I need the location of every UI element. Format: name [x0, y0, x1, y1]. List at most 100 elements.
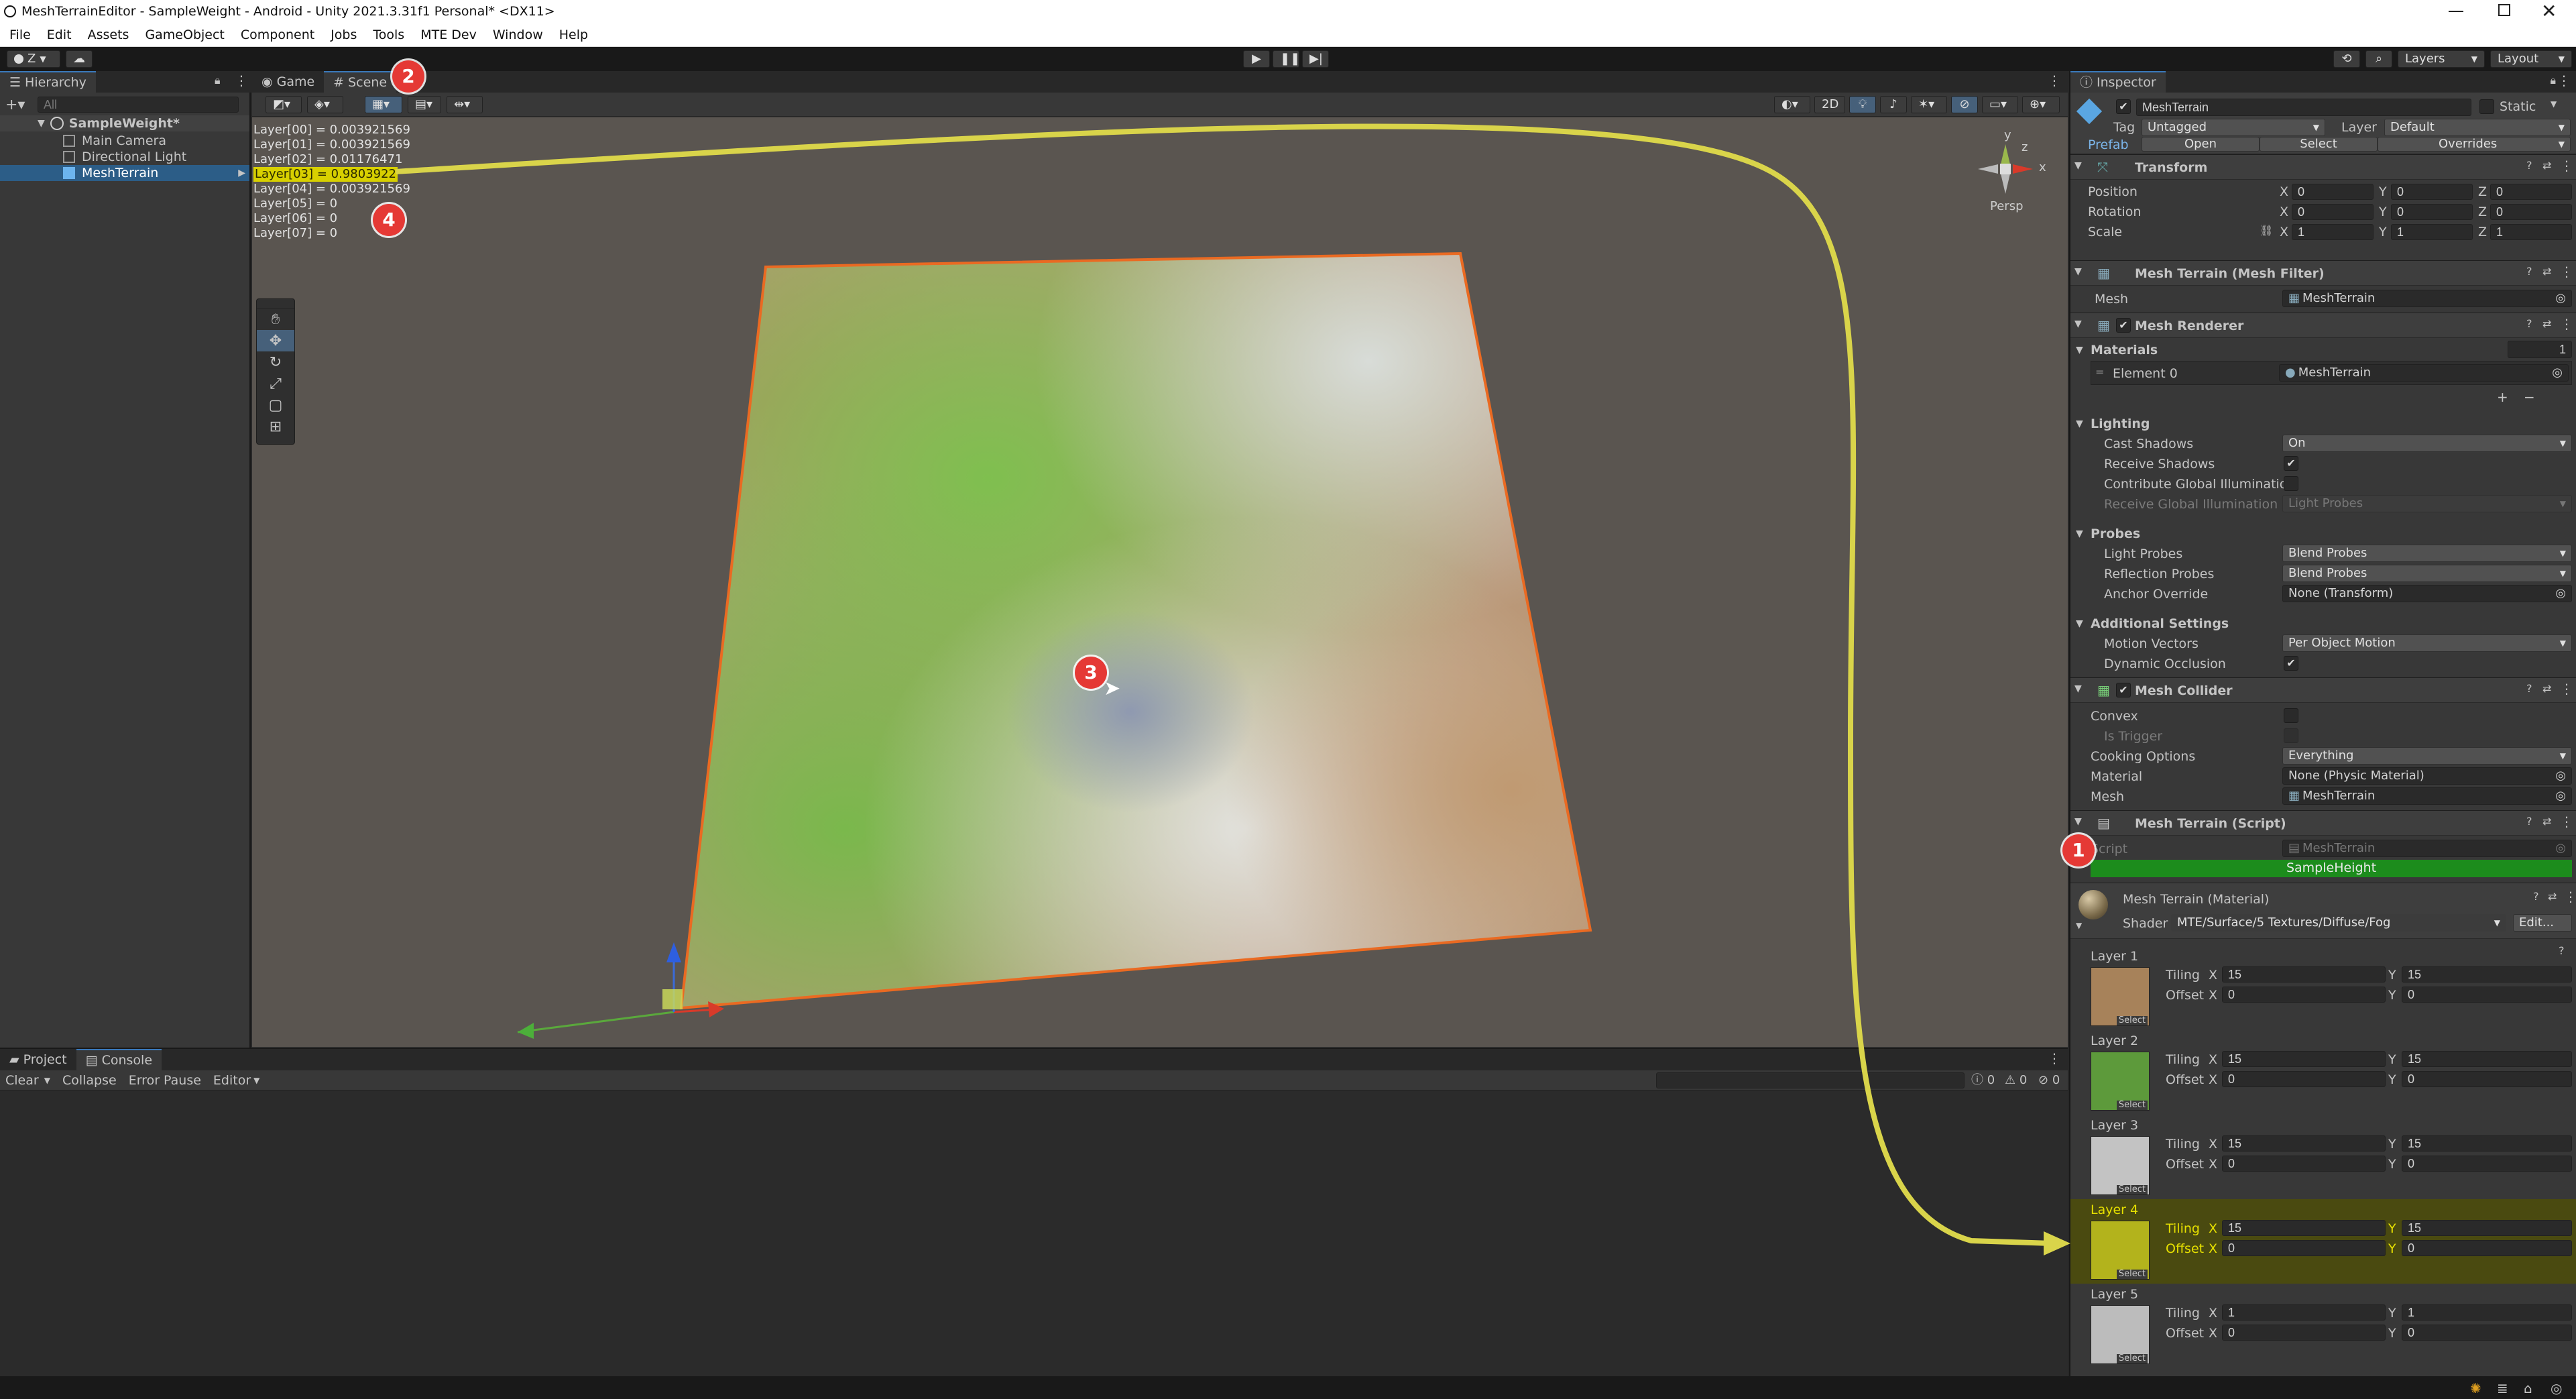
prefab-open-button[interactable]: Open — [2142, 137, 2260, 152]
tiling-y-field[interactable] — [2402, 1304, 2572, 1321]
tab-inspector[interactable]: ⓘ Inspector — [2070, 71, 2166, 93]
audio-toggle[interactable]: ♪ — [1880, 96, 1907, 113]
help-icon[interactable]: ? — [2526, 317, 2532, 330]
expand-arrow-icon[interactable]: ▼ — [2074, 160, 2082, 171]
menu-jobs[interactable]: Jobs — [331, 27, 357, 43]
clear-button[interactable]: Clear — [5, 1072, 39, 1088]
effects-dropdown[interactable]: ✶▾ — [1911, 96, 1947, 113]
preset-icon[interactable]: ⇄ — [2542, 159, 2551, 172]
kebab-menu-icon[interactable]: ⋮ — [2048, 72, 2061, 89]
cooking-options-dropdown[interactable]: Everything ▼ — [2282, 747, 2572, 765]
lighting-toggle[interactable]: 💡︎ — [1849, 96, 1876, 113]
snap-grid-dropdown[interactable]: ▦▾ — [365, 96, 402, 113]
texture-select-button[interactable]: Select — [2116, 1101, 2148, 1110]
lock-icon[interactable]: 🔒︎ — [215, 74, 221, 87]
target-icon[interactable]: ◎ — [2555, 290, 2566, 306]
error-pause-button[interactable]: Error Pause — [129, 1072, 201, 1088]
static-checkbox[interactable] — [2479, 99, 2494, 114]
hand-tool[interactable]: ✋︎ — [257, 309, 294, 330]
target-icon[interactable]: ◎ — [2552, 365, 2563, 381]
scale-y-field[interactable] — [2391, 224, 2473, 240]
preset-icon[interactable]: ⇄ — [2542, 265, 2551, 278]
expand-arrow-icon[interactable]: ▼ — [2076, 618, 2083, 629]
cast-shadows-dropdown[interactable]: On ▼ — [2282, 435, 2572, 452]
element0-object-field[interactable]: ● MeshTerrain ◎ — [2279, 364, 2569, 382]
console-search-input[interactable] — [1656, 1072, 1965, 1088]
add-icon[interactable]: +▾ — [5, 97, 30, 113]
texture-select-button[interactable]: Select — [2116, 1185, 2148, 1194]
expand-arrow-icon[interactable]: ▼ — [2076, 528, 2083, 539]
move-tool[interactable]: ✥ — [257, 330, 294, 351]
expand-arrow-icon[interactable]: ▼ — [2076, 418, 2083, 429]
tiling-x-field[interactable] — [2222, 1220, 2386, 1236]
offset-y-field[interactable] — [2402, 1156, 2572, 1172]
layers-dropdown[interactable]: Layers ▼ — [2398, 50, 2485, 68]
help-icon[interactable]: ? — [2526, 159, 2532, 172]
motion-vectors-dropdown[interactable]: Per Object Motion ▼ — [2282, 634, 2572, 652]
contribute-gi-checkbox[interactable] — [2284, 476, 2298, 491]
camera-dropdown[interactable]: ▭▾ — [1982, 96, 2018, 113]
preset-icon[interactable]: ⇄ — [2542, 317, 2551, 330]
lock-icon[interactable]: 🔒︎ — [2550, 74, 2556, 87]
tab-project[interactable]: ▰ Project — [0, 1049, 76, 1070]
close-icon[interactable]: ✕ — [2541, 0, 2557, 23]
menu-help[interactable]: Help — [559, 27, 588, 43]
sample-height-bar[interactable]: SampleHeight — [2091, 860, 2572, 877]
shader-edit-button[interactable]: Edit... — [2513, 914, 2572, 932]
drag-handle-icon[interactable]: = — [2095, 366, 2104, 378]
shading-dropdown[interactable]: ◐▾ — [1774, 96, 1810, 113]
texture-select-button[interactable]: Select — [2116, 1016, 2148, 1025]
offset-x-field[interactable] — [2222, 1325, 2386, 1341]
chevron-down-icon[interactable]: ▼ — [2551, 99, 2557, 109]
tiling-y-field[interactable] — [2402, 1051, 2572, 1067]
shader-dropdown[interactable]: MTE/Surface/5 Textures/Diffuse/Fog ▼ — [2171, 914, 2506, 932]
pause-button[interactable]: ❚❚ — [1273, 50, 1300, 68]
offset-y-field[interactable] — [2402, 1071, 2572, 1087]
prefab-overrides-dropdown[interactable]: Overrides ▼ — [2378, 137, 2571, 152]
log-count-icon[interactable]: ⓘ 0 — [1971, 1073, 1995, 1088]
kebab-menu-icon[interactable]: ⋮ — [2560, 158, 2573, 174]
search-button[interactable]: ⌕ — [2365, 50, 2392, 68]
script-header[interactable]: ▼ ▤ Mesh Terrain (Script) ? ⇄ ⋮ — [2070, 810, 2576, 836]
console-log-area[interactable] — [0, 1090, 2068, 1378]
play-button[interactable]: ▶ — [1243, 50, 1270, 68]
rect-tool[interactable]: ▢ — [257, 394, 294, 416]
gizmos-dropdown[interactable]: ⊕▾ — [2022, 96, 2060, 113]
light-probes-dropdown[interactable]: Blend Probes ▼ — [2282, 545, 2572, 562]
menu-window[interactable]: Window — [493, 27, 543, 43]
menu-mte-dev[interactable]: MTE Dev — [420, 27, 477, 43]
history-button[interactable]: ⟲ — [2333, 50, 2360, 68]
preset-icon[interactable]: ⇄ — [2542, 682, 2551, 695]
tag-dropdown[interactable]: Untagged ▼ — [2142, 119, 2325, 136]
collapse-button[interactable]: Collapse — [62, 1072, 117, 1088]
active-checkbox[interactable]: ✔ — [2116, 99, 2131, 114]
tiling-x-field[interactable] — [2222, 966, 2386, 983]
position-x-field[interactable] — [2292, 184, 2374, 200]
mesh-filter-header[interactable]: ▼ ▦ Mesh Terrain (Mesh Filter) ? ⇄ ⋮ — [2070, 260, 2576, 286]
toggle-2d-button[interactable]: 2D — [1814, 96, 1845, 113]
warning-count-icon[interactable]: ⚠ 0 — [2005, 1073, 2027, 1088]
render-dropdown[interactable]: ◈▾ — [307, 96, 343, 113]
layer-dropdown[interactable]: Default ▼ — [2384, 119, 2571, 136]
expand-arrow-icon[interactable]: ▼ — [2076, 921, 2082, 930]
orientation-gizmo[interactable]: y z x Persp — [1969, 128, 2049, 218]
kebab-menu-icon[interactable]: ⋮ — [235, 72, 248, 89]
menu-edit[interactable]: Edit — [47, 27, 72, 43]
align-dropdown[interactable]: ⇹▾ — [447, 96, 483, 113]
scale-tool[interactable]: ⤢ — [257, 373, 294, 394]
layer-texture-thumbnail[interactable]: Select — [2091, 1136, 2150, 1195]
hierarchy-item[interactable]: Main Camera — [0, 133, 249, 149]
texture-select-button[interactable]: Select — [2116, 1354, 2148, 1363]
link-icon[interactable]: ⛓ — [2260, 224, 2273, 237]
target-icon[interactable]: ◎ — [2555, 768, 2566, 784]
chevron-down-icon[interactable]: ▼ — [44, 1076, 50, 1085]
error-count-icon[interactable]: ⊘ 0 — [2038, 1073, 2060, 1088]
layout-dropdown[interactable]: Layout ▼ — [2490, 50, 2572, 68]
scene-viewport[interactable]: Layer[00] = 0.003921569 Layer[01] = 0.00… — [252, 117, 2068, 1047]
preset-icon[interactable]: ⇄ — [2542, 815, 2551, 828]
collider-mesh-field[interactable]: ▦ MeshTerrain ◎ — [2282, 787, 2572, 805]
minimize-icon[interactable] — [2449, 11, 2463, 12]
layers-status-icon[interactable]: ≣ — [2497, 1380, 2508, 1396]
layer-texture-thumbnail[interactable]: Select — [2091, 1221, 2150, 1280]
tab-console[interactable]: ▤ Console — [76, 1049, 162, 1070]
